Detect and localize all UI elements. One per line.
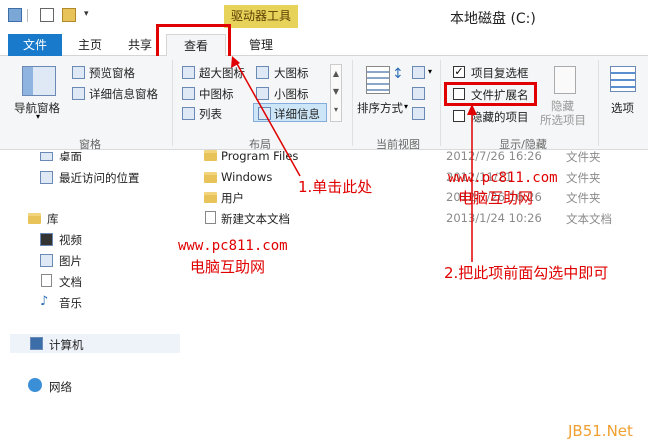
- arrowhead-file-extensions: [467, 104, 477, 115]
- annotation-arrows: [231, 56, 477, 262]
- annotation-step-2: 2.把此项前面勾选中即可: [444, 264, 609, 282]
- watermark-cn-top: 电脑互助网: [458, 189, 534, 207]
- watermark-url-top: www.pc811.com: [448, 170, 558, 186]
- watermark-cn-left: 电脑互助网: [190, 258, 266, 276]
- annotation-step-1: 1.单击此处: [298, 178, 373, 196]
- site-watermark: JB51.Net: [568, 422, 633, 440]
- watermark-url-left: www.pc811.com: [178, 238, 288, 254]
- arrow-to-view-tab: [235, 61, 301, 177]
